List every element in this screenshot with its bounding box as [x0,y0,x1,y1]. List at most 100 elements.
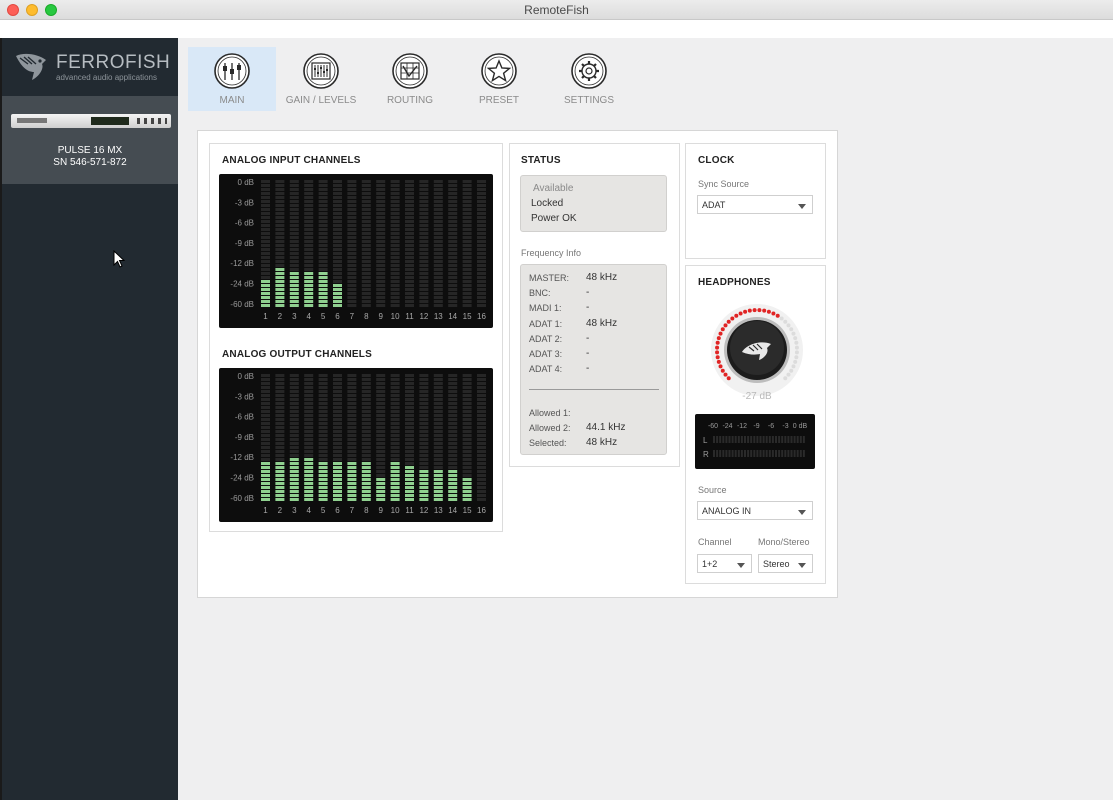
level-segment [448,378,458,381]
mono-stereo-value: Stereo [763,559,790,569]
level-segment [462,374,472,377]
level-segment [333,180,342,183]
level-segment [261,382,270,385]
device-card[interactable]: PULSE 16 MX SN 546-571-872 [2,96,178,184]
level-segment [376,196,386,199]
level-segment-lit [405,482,414,485]
level-segment-lit [304,296,314,299]
level-segment-lit [318,292,328,295]
level-segment [261,276,270,279]
level-segment [361,260,371,263]
output-channel-number: 2 [278,506,283,515]
level-segment-lit [333,462,342,465]
level-segment [448,204,458,207]
level-segment [318,208,328,211]
level-segment [275,418,285,421]
level-segment [725,436,728,443]
level-segment [333,434,342,437]
tab-settings[interactable]: SETTINGS [545,47,633,111]
level-segment [419,382,429,385]
level-segment [462,284,472,287]
level-segment [318,248,328,251]
input-db-label: -24 dB [230,280,254,289]
level-segment [390,268,400,271]
level-segment-lit [433,482,443,485]
level-segment [477,478,486,481]
source-select[interactable]: ANALOG IN [697,501,813,520]
channel-select[interactable]: 1+2 [697,554,752,573]
level-segment-lit [361,494,371,497]
level-segment-lit [462,498,472,501]
level-segment [462,180,472,183]
level-segment-lit [448,482,458,485]
tab-preset[interactable]: PRESET [455,47,543,111]
level-segment [405,422,414,425]
level-segment [433,276,443,279]
level-segment [275,382,285,385]
level-segment [405,196,414,199]
level-segment [261,434,270,437]
level-segment [289,390,299,393]
level-segment [333,256,342,259]
level-segment [477,300,486,303]
level-segment [361,292,371,295]
level-segment [433,192,443,195]
level-segment [448,402,458,405]
volume-dot-lit [716,359,721,364]
level-segment [289,184,299,187]
output-channel-number: 3 [292,506,297,515]
output-channel-number: 12 [419,506,428,515]
tab-routing[interactable]: ROUTING [366,47,454,111]
level-segment [405,256,414,259]
status-locked: Locked [531,198,564,209]
input-channel-16 [477,180,486,307]
level-segment [419,276,429,279]
level-segment [333,378,342,381]
level-segment [448,292,458,295]
volume-dot-lit [730,316,735,321]
level-segment [433,458,443,461]
level-segment-lit [361,474,371,477]
level-segment [289,374,299,377]
level-segment [318,244,328,247]
level-segment [361,430,371,433]
level-segment-lit [318,284,328,287]
sync-source-select[interactable]: ADAT [697,195,813,214]
level-segment [361,390,371,393]
level-segment [333,188,342,191]
level-segment [419,422,429,425]
level-segment [333,426,342,429]
level-segment [347,188,357,191]
volume-knob[interactable] [709,302,805,398]
level-segment [448,216,458,219]
tab-gain-levels[interactable]: GAIN / LEVELS [277,47,365,111]
level-segment [477,280,486,283]
level-segment [261,398,270,401]
level-segment-lit [347,466,357,469]
level-segment [405,454,414,457]
level-segment-lit [405,498,414,501]
level-segment [275,184,285,187]
level-segment [419,268,429,271]
level-segment [347,288,357,291]
level-segment [433,394,443,397]
headphones-meter-scale: -9 [753,423,759,430]
analog-input-title: ANALOG INPUT CHANNELS [222,155,361,166]
output-channel-6 [333,374,342,501]
input-channel-number: 2 [278,312,283,321]
level-segment-lit [261,304,270,307]
level-segment [318,446,328,449]
level-segment [793,436,796,443]
level-segment [405,204,414,207]
headphones-title: HEADPHONES [698,277,771,288]
title-bar: RemoteFish [0,0,1113,20]
level-segment [433,252,443,255]
level-segment [462,188,472,191]
level-segment [433,292,443,295]
mono-stereo-select[interactable]: Stereo [758,554,813,573]
level-segment [318,434,328,437]
input-db-label: -9 dB [235,239,254,248]
tab-main[interactable]: MAIN [188,47,276,111]
frequency-row-label: ADAT 4: [529,364,563,375]
volume-dot [789,327,794,332]
